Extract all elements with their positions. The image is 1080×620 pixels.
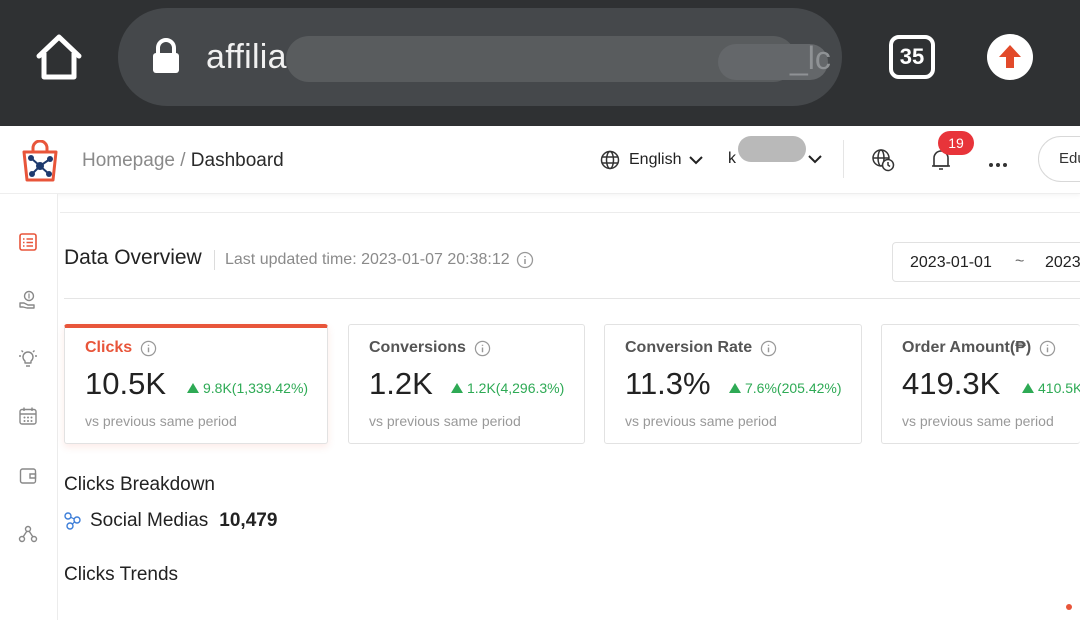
metric-delta-text: 410.5K	[1038, 380, 1080, 396]
tab-count-button[interactable]: 35	[889, 35, 935, 79]
shopping-bag-logo[interactable]	[20, 139, 60, 182]
sidebar-item-network-icon[interactable]	[18, 524, 38, 544]
date-separator: ~	[1015, 253, 1025, 270]
metric-label: Conversion Rate	[625, 339, 777, 357]
header-divider	[843, 140, 844, 178]
date-start[interactable]: 2023-01-01	[910, 254, 992, 272]
metric-delta-text: 1.2K(4,296.3%)	[467, 380, 565, 396]
metric-card-conversions[interactable]: Conversions 1.2K 1.2K(4,296.3%) vs previ…	[348, 324, 585, 444]
last-updated-text: Last updated time: 2023-01-07 20:38:12	[225, 251, 510, 268]
sidebar-item-calendar-icon[interactable]	[18, 406, 38, 426]
info-icon[interactable]	[516, 251, 534, 269]
home-icon[interactable]	[33, 32, 85, 82]
chevron-down-icon	[808, 155, 822, 164]
metric-label: Conversions	[369, 339, 491, 357]
app-header: Homepage / Dashboard English k 19 Ed	[0, 126, 1080, 194]
info-icon[interactable]	[1039, 340, 1056, 357]
up-triangle-icon	[451, 383, 463, 393]
sidebar-item-dashboard-icon[interactable]	[18, 232, 38, 252]
metric-delta: 1.2K(4,296.3%)	[451, 380, 564, 396]
breadcrumb-current: Dashboard	[190, 150, 284, 171]
up-triangle-icon	[1022, 383, 1034, 393]
metric-card-clicks[interactable]: Clicks 10.5K 9.8K(1,339.42%) vs previous…	[64, 324, 328, 444]
last-updated: Last updated time: 2023-01-07 20:38:12	[225, 251, 534, 269]
metric-comparison: vs previous same period	[625, 413, 777, 429]
metric-value: 10.5K	[85, 366, 167, 401]
title-divider	[214, 250, 215, 270]
metric-label-text: Order Amount(₱)	[902, 339, 1032, 356]
metric-label: Order Amount(₱)	[902, 339, 1056, 357]
metric-comparison: vs previous same period	[902, 413, 1054, 429]
up-triangle-icon	[187, 383, 199, 393]
metric-card-conversion-rate[interactable]: Conversion Rate 11.3% 7.6%(205.42%) vs p…	[604, 324, 862, 444]
edu-button[interactable]: Edu	[1038, 136, 1080, 182]
page-title: Data Overview	[64, 246, 202, 269]
metric-delta: 7.6%(205.42%)	[729, 380, 842, 396]
breakdown-source-name: Social Medias	[90, 510, 209, 531]
sidebar-item-commission-icon[interactable]	[18, 290, 38, 310]
metric-card-order-amount[interactable]: Order Amount(₱) 419.3K 410.5K vs previou…	[881, 324, 1080, 444]
breadcrumb: Homepage / Dashboard	[82, 150, 284, 172]
lock-icon	[151, 38, 181, 74]
metric-delta-text: 7.6%(205.42%)	[745, 380, 842, 396]
section-divider	[64, 298, 1080, 299]
redacted-username	[738, 136, 806, 162]
metric-value: 419.3K	[902, 366, 1001, 401]
metric-label-text: Conversion Rate	[625, 339, 753, 356]
content-top-divider	[60, 212, 1080, 213]
browser-toolbar: affilia _lc 35	[0, 0, 1080, 126]
metric-value: 11.3%	[625, 366, 711, 401]
notification-badge: 19	[938, 131, 974, 155]
date-end[interactable]: 2023	[1045, 254, 1080, 272]
address-bar[interactable]: affilia _lc	[118, 8, 842, 106]
breakdown-row-social-medias: Social Medias 10,479	[64, 510, 277, 532]
breadcrumb-home[interactable]: Homepage /	[82, 150, 186, 171]
sidebar-item-ideas-icon[interactable]	[18, 348, 38, 368]
url-tail: _lc	[790, 40, 831, 76]
language-selector[interactable]: English	[600, 150, 704, 170]
clicks-trends-title: Clicks Trends	[64, 564, 179, 585]
up-triangle-icon	[729, 383, 741, 393]
metric-delta: 410.5K	[1022, 380, 1080, 396]
clicks-breakdown-title: Clicks Breakdown	[64, 474, 215, 495]
url-text: affilia	[206, 38, 287, 76]
chevron-down-icon	[689, 156, 704, 165]
social-share-icon	[64, 512, 81, 530]
timezone-icon[interactable]	[871, 148, 895, 172]
metric-comparison: vs previous same period	[85, 413, 237, 429]
metric-delta-text: 9.8K(1,339.42%)	[203, 380, 309, 396]
metric-label-text: Clicks	[85, 339, 133, 356]
metric-value: 1.2K	[369, 366, 433, 401]
more-menu-icon[interactable]	[988, 156, 1008, 167]
user-name: k	[728, 150, 736, 167]
info-icon[interactable]	[474, 340, 491, 357]
update-arrow-icon[interactable]	[987, 34, 1033, 80]
info-icon[interactable]	[760, 340, 777, 357]
date-range-picker[interactable]: 2023-01-01 ~ 2023	[892, 242, 1080, 282]
globe-icon	[600, 150, 620, 170]
metric-comparison: vs previous same period	[369, 413, 521, 429]
metric-delta: 9.8K(1,339.42%)	[187, 380, 308, 396]
chart-legend-dot	[1066, 604, 1072, 610]
sidebar-item-wallet-icon[interactable]	[18, 466, 38, 486]
metric-label-text: Conversions	[369, 339, 466, 356]
info-icon[interactable]	[140, 340, 157, 357]
metric-label: Clicks	[85, 339, 157, 357]
breakdown-source-count: 10,479	[219, 510, 278, 531]
sidebar	[0, 194, 58, 620]
language-label: English	[629, 151, 682, 168]
